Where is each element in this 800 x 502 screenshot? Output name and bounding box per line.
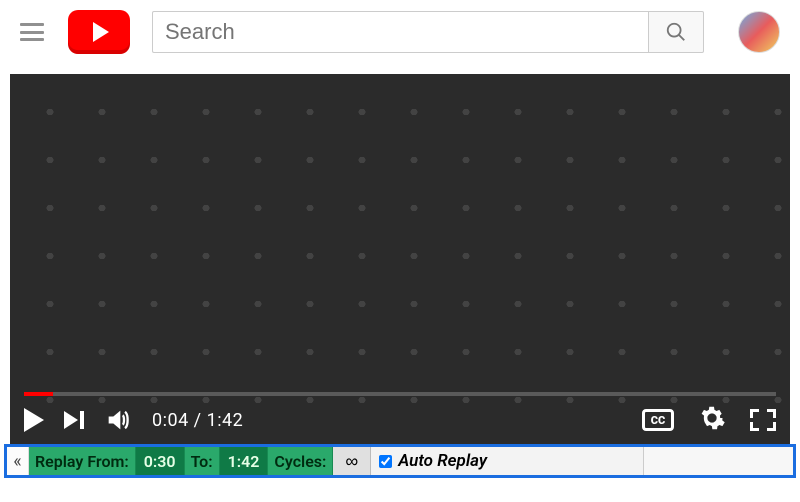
replay-from-label: Replay From: [29,447,136,475]
app-header [0,0,800,64]
user-avatar[interactable] [738,11,780,53]
search-bar [152,11,704,53]
play-triangle-icon [93,22,109,42]
video-thumbnail-pattern [10,74,790,444]
infinity-icon: ∞ [345,451,358,472]
hamburger-menu-icon[interactable] [20,20,44,44]
toolbar-end-cell [643,447,793,475]
captions-icon[interactable]: CC [642,409,674,431]
youtube-logo[interactable] [68,10,130,54]
fullscreen-icon[interactable] [750,409,776,431]
current-time: 0:04 [152,410,189,431]
replay-toolbar: « Replay From: 0:30 To: 1:42 Cycles: ∞ A… [4,444,796,478]
time-display: 0:04 / 1:42 [152,410,243,431]
collapse-button[interactable]: « [7,447,29,475]
replay-cycles-label: Cycles: [268,447,333,475]
search-input[interactable] [152,11,648,53]
replay-to-value[interactable]: 1:42 [220,447,269,475]
auto-replay-label: Auto Replay [398,451,487,471]
video-container: 0:04 / 1:42 CC [0,64,800,444]
search-button[interactable] [648,11,704,53]
replay-from-value[interactable]: 0:30 [136,447,185,475]
player-controls: 0:04 / 1:42 CC [10,396,790,444]
duration: 1:42 [207,410,244,431]
play-icon[interactable] [24,408,44,432]
settings-gear-icon[interactable] [698,404,726,436]
volume-icon[interactable] [104,406,132,434]
replay-to-label: To: [185,447,220,475]
search-icon [665,21,687,43]
auto-replay-checkbox[interactable] [379,455,392,468]
next-icon[interactable] [64,411,84,429]
cycles-infinity-button[interactable]: ∞ [333,447,371,475]
video-player[interactable]: 0:04 / 1:42 CC [10,74,790,444]
